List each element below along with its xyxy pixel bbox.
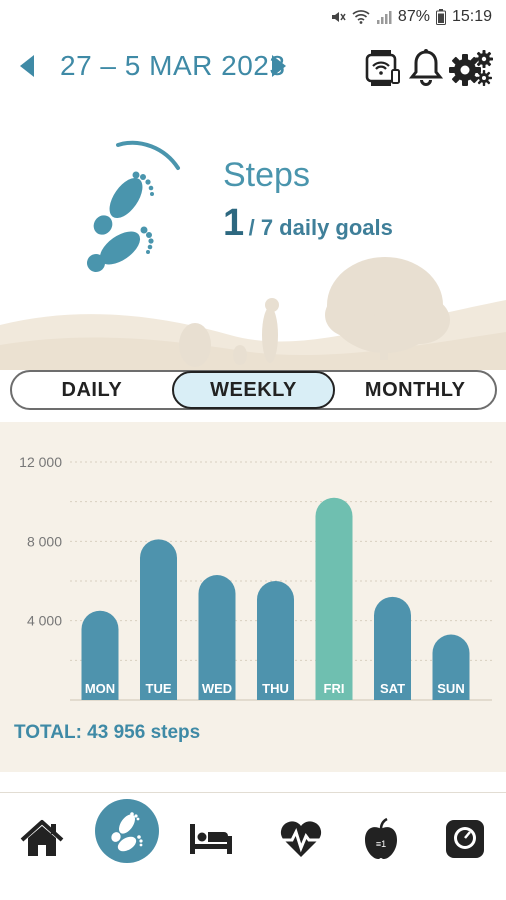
signal-icon bbox=[376, 11, 392, 24]
steps-bar-chart: 12 000 8 000 4 000 MON TUE WED THU FRI SAT SUN bbox=[19, 454, 492, 701]
steps-summary: Steps 1 / 7 daily goals bbox=[0, 100, 506, 370]
bar-fri[interactable] bbox=[315, 497, 353, 700]
home-icon bbox=[20, 820, 64, 856]
y-tick-label: 8 000 bbox=[27, 533, 62, 549]
tab-daily[interactable]: DAILY bbox=[12, 372, 172, 408]
heart-rate-icon bbox=[279, 821, 323, 857]
date-range: 27 – 5 MAR 2023 bbox=[60, 50, 286, 81]
nav-weight[interactable] bbox=[441, 815, 489, 863]
nav-nutrition[interactable]: ≡1 bbox=[357, 815, 405, 863]
x-tick-label: SAT bbox=[380, 681, 405, 696]
nav-home[interactable] bbox=[18, 815, 66, 863]
y-tick-label: 4 000 bbox=[27, 613, 62, 629]
x-tick-label: TUE bbox=[146, 681, 172, 696]
metric-title: Steps bbox=[223, 156, 310, 194]
apple-icon: ≡1 bbox=[365, 817, 397, 859]
goals-total-text: / 7 daily goals bbox=[248, 215, 393, 240]
nav-sleep[interactable] bbox=[187, 815, 235, 863]
battery-icon bbox=[435, 9, 446, 25]
progress-arc bbox=[116, 140, 180, 170]
tab-monthly[interactable]: MONTHLY bbox=[335, 372, 495, 408]
y-tick-label: 12 000 bbox=[19, 454, 62, 470]
x-tick-label: FRI bbox=[324, 681, 345, 696]
total-steps: TOTAL: 43 956 steps bbox=[14, 722, 201, 743]
watch-icon[interactable] bbox=[362, 48, 402, 88]
nav-steps[interactable] bbox=[95, 799, 159, 863]
chevron-right-icon[interactable] bbox=[272, 55, 286, 77]
x-tick-label: WED bbox=[202, 681, 232, 696]
bell-icon[interactable] bbox=[409, 48, 443, 88]
clock: 15:19 bbox=[451, 8, 492, 25]
bed-icon bbox=[190, 824, 232, 854]
wifi-icon bbox=[352, 10, 370, 24]
bar-tue[interactable] bbox=[140, 539, 177, 700]
header: 27 – 5 MAR 2023 bbox=[0, 44, 506, 90]
chevron-left-icon[interactable] bbox=[20, 55, 34, 77]
x-tick-label: SUN bbox=[437, 681, 464, 696]
x-tick-label: MON bbox=[85, 681, 115, 696]
gears-icon[interactable] bbox=[449, 48, 493, 88]
weekly-chart-panel: 12 000 8 000 4 000 MON TUE WED THU FRI SAT SUN TO… bbox=[0, 422, 506, 772]
bottom-navigation: ≡1 bbox=[0, 792, 506, 900]
footprints-illustration bbox=[87, 171, 154, 272]
tab-weekly[interactable]: WEEKLY bbox=[171, 371, 336, 409]
nav-heart[interactable] bbox=[277, 815, 325, 863]
footprints-icon bbox=[111, 812, 143, 852]
mute-icon bbox=[331, 12, 346, 22]
svg-text:≡1: ≡1 bbox=[376, 839, 386, 849]
battery-percent: 87% bbox=[397, 8, 430, 25]
goals-summary: 1 / 7 daily goals bbox=[223, 202, 393, 245]
goals-met-count: 1 bbox=[223, 202, 245, 244]
period-selector: DAILY WEEKLY MONTHLY bbox=[10, 370, 497, 410]
status-bar: 87% 15:19 bbox=[0, 0, 506, 34]
scale-icon bbox=[446, 820, 484, 858]
x-tick-label: THU bbox=[262, 681, 289, 696]
